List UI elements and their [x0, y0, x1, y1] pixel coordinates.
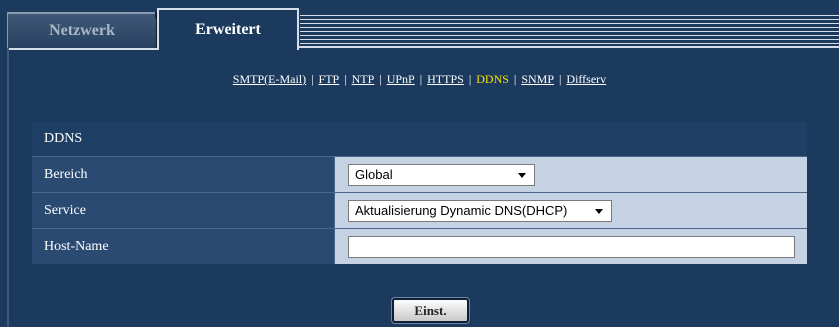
tab-netzwerk[interactable]: Netzwerk	[7, 12, 157, 48]
subnav-link-snmp[interactable]: SNMP	[521, 72, 554, 86]
bereich-value-cell: Global	[335, 157, 807, 192]
service-selected-value: Aktualisierung Dynamic DNS(DHCP)	[355, 203, 568, 218]
tab-bar-stripes	[300, 12, 839, 46]
einst-button[interactable]: Einst.	[391, 297, 470, 324]
tab-erweitert[interactable]: Erweitert	[157, 8, 299, 50]
hostname-label: Host-Name	[32, 229, 335, 264]
hostname-value-cell	[335, 229, 807, 264]
subnav-separator: |	[419, 72, 423, 86]
hostname-input[interactable]	[348, 235, 795, 258]
subnav-link-ntp[interactable]: NTP	[352, 72, 375, 86]
bereich-label: Bereich	[32, 157, 335, 192]
subnav-link-upnp[interactable]: UPnP	[387, 72, 415, 86]
subnav-separator: |	[468, 72, 472, 86]
ddns-section: DDNS Bereich Global Service Aktualisieru…	[32, 122, 807, 264]
subnav-link-ftp[interactable]: FTP	[319, 72, 340, 86]
tab-bar: Netzwerk Erweitert	[0, 0, 839, 50]
tab-underline-right	[299, 46, 839, 48]
section-title: DDNS	[32, 122, 807, 157]
subnav-separator: |	[344, 72, 347, 86]
row-hostname: Host-Name	[32, 229, 807, 264]
subnav-link-https[interactable]: HTTPS	[427, 72, 464, 86]
subnav-separator: |	[513, 72, 517, 86]
subnav-separator: |	[379, 72, 382, 86]
subnav-links: SMTP(E-Mail) | FTP | NTP | UPnP | HTTPS | DDNS | SNM…	[0, 72, 839, 92]
tab-underline-left	[7, 48, 157, 50]
subnav-separator: |	[311, 72, 314, 86]
row-service: Service Aktualisierung Dynamic DNS(DHCP)	[32, 193, 807, 229]
app-frame: Netzwerk Erweitert SMTP(E-Mail) | FTP | NTP |…	[0, 0, 839, 327]
subnav-link-smtp[interactable]: SMTP(E-Mail)	[233, 72, 306, 86]
subnav-link-diffserv[interactable]: Diffserv	[566, 72, 606, 86]
service-select[interactable]: Aktualisierung Dynamic DNS(DHCP)	[348, 199, 612, 222]
chevron-down-icon	[595, 208, 603, 214]
bereich-select[interactable]: Global	[348, 163, 535, 186]
subnav-link-ddns[interactable]: DDNS	[476, 72, 509, 86]
chevron-down-icon	[518, 172, 526, 178]
service-label: Service	[32, 193, 335, 228]
subnav-separator: |	[559, 72, 562, 86]
service-value-cell: Aktualisierung Dynamic DNS(DHCP)	[335, 193, 807, 228]
bereich-selected-value: Global	[355, 167, 393, 182]
row-bereich: Bereich Global	[32, 157, 807, 193]
